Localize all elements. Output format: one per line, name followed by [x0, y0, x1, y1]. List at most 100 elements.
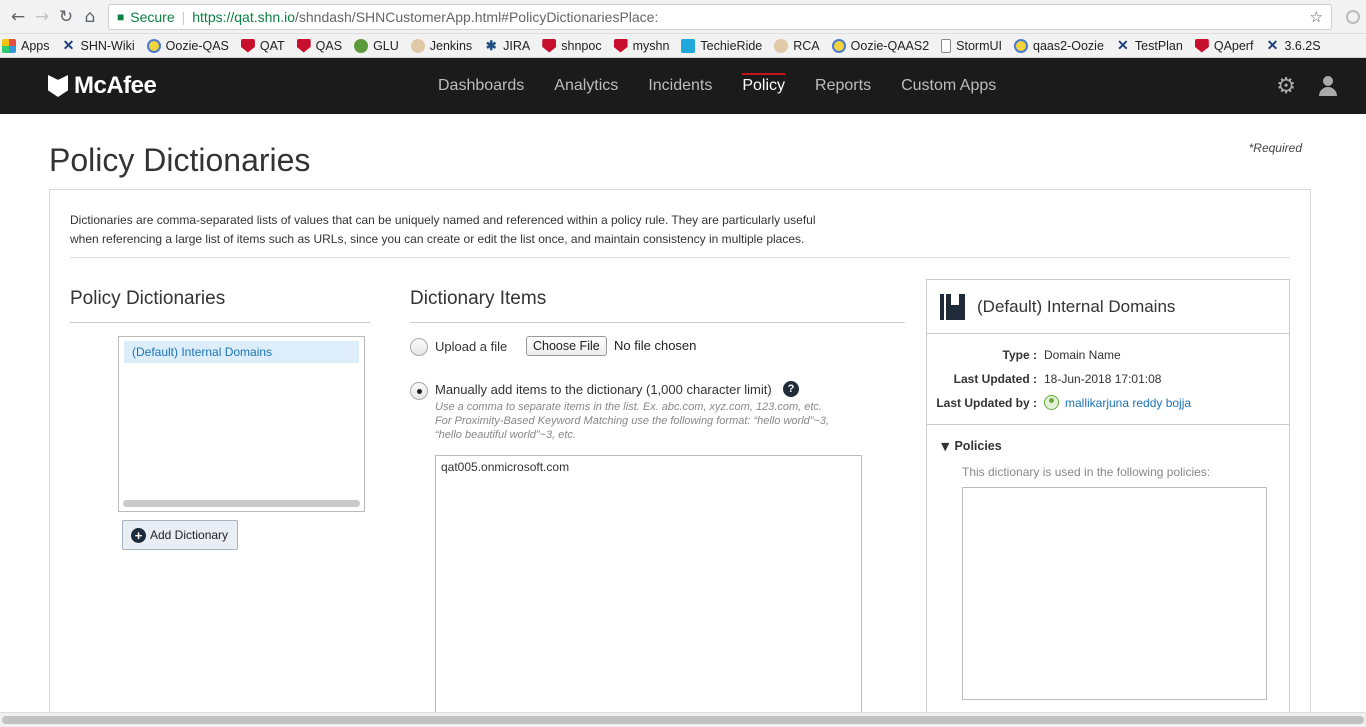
secure-label: Secure: [130, 8, 175, 25]
policies-toggle[interactable]: ▼ Policies: [941, 439, 1002, 453]
horizontal-scrollbar[interactable]: [0, 712, 1366, 727]
logo-text: McAfee: [74, 72, 157, 99]
add-dictionary-button[interactable]: + Add Dictionary: [122, 520, 238, 550]
bookmark-qas[interactable]: QAS: [296, 38, 343, 53]
bookmark-shn-wiki[interactable]: ✕ SHN-Wiki: [62, 37, 135, 53]
required-note: *Required: [1248, 141, 1302, 155]
manual-radio[interactable]: [410, 382, 428, 400]
bookmark-label: QAS: [315, 38, 343, 53]
extension-icon[interactable]: [1346, 9, 1360, 24]
dictionaries-heading: Policy Dictionaries: [70, 288, 226, 309]
nav-analytics[interactable]: Analytics: [539, 58, 633, 114]
bookmark-apps[interactable]: Apps: [2, 38, 50, 53]
gear-icon[interactable]: ⚙: [1276, 74, 1296, 99]
updated-by-label: Last Updated by :: [936, 396, 1037, 410]
bookmark-qaas2-oozie[interactable]: qaas2-Oozie: [1014, 38, 1104, 53]
nav-policy[interactable]: Policy: [727, 58, 800, 114]
bookmark-glu[interactable]: GLU: [354, 38, 399, 53]
bookmark-myshn[interactable]: myshn: [613, 38, 670, 53]
help-icon[interactable]: ?: [783, 381, 799, 397]
forward-icon[interactable]: →: [30, 5, 54, 29]
oozie-icon: [831, 38, 846, 53]
dictionary-items-heading: Dictionary Items: [410, 288, 547, 309]
items-hint: Use a comma to separate items in the lis…: [435, 400, 895, 442]
bookmark-label: Jenkins: [429, 38, 473, 53]
bookmark-qaperf[interactable]: QAperf: [1194, 38, 1254, 53]
last-updated-label: Last Updated :: [953, 372, 1037, 386]
x-icon: ✕: [1117, 37, 1129, 53]
glu-icon: [354, 38, 369, 53]
hint-line: “hello beautiful world”~3, etc.: [435, 429, 576, 441]
list-item[interactable]: (Default) Internal Domains: [124, 341, 359, 363]
scrollbar-thumb[interactable]: [2, 716, 1364, 724]
detail-header: (Default) Internal Domains: [927, 280, 1289, 334]
bookmark-rca[interactable]: RCA: [774, 38, 820, 53]
techieride-icon: [681, 38, 696, 53]
bookmark-star-icon[interactable]: ☆: [1310, 8, 1323, 26]
bookmark-label: 3.6.2S: [1284, 38, 1321, 53]
bookmark-oozie-qas[interactable]: Oozie-QAS: [146, 38, 229, 53]
bookmark-label: qaas2-Oozie: [1033, 38, 1104, 53]
bookmark-label: StormUI: [956, 38, 1003, 53]
mcafee-logo[interactable]: McAfee: [48, 72, 157, 100]
jenkins-icon: [410, 38, 425, 53]
bookmarks-bar: Apps ✕ SHN-Wiki Oozie-QAS QAT QAS GLU Jen…: [0, 34, 1366, 58]
app-header: McAfee Dashboards Analytics Incidents Po…: [0, 58, 1366, 114]
avatar: [1044, 395, 1059, 410]
nav-reports[interactable]: Reports: [800, 58, 886, 114]
divider: [70, 257, 1290, 258]
file-status: No file chosen: [614, 338, 697, 353]
dictionary-items-textarea[interactable]: qat005.onmicrosoft.com: [435, 455, 862, 727]
dictionaries-card: Dictionaries are comma-separated lists o…: [49, 189, 1311, 727]
nav-custom-apps[interactable]: Custom Apps: [886, 58, 1011, 114]
caret-down-icon: ▼: [941, 439, 950, 453]
dictionary-detail-card: (Default) Internal Domains Type : Domain…: [926, 279, 1290, 727]
type-value: Domain Name: [1044, 348, 1121, 362]
scrollbar[interactable]: [123, 500, 360, 507]
mcafee-logo-icon: [48, 75, 68, 97]
home-icon[interactable]: ⌂: [78, 5, 102, 29]
bookmark-label: shnpoc: [561, 38, 602, 53]
browser-toolbar: ← → ↻ ⌂ ■ Secure | https://qat.shn.io /s…: [0, 0, 1366, 34]
url-path: /shndash/SHNCustomerApp.html#PolicyDicti…: [294, 8, 659, 25]
hint-line: Use a comma to separate items in the lis…: [435, 401, 822, 413]
bookmark-label: Apps: [21, 38, 50, 53]
mcafee-shield-icon: [613, 38, 628, 53]
bookmark-jenkins[interactable]: Jenkins: [410, 38, 473, 53]
dictionary-list[interactable]: (Default) Internal Domains: [118, 336, 365, 512]
bookmark-qat[interactable]: QAT: [240, 38, 285, 53]
bookmark-testplan[interactable]: ✕ TestPlan: [1116, 37, 1183, 53]
nav-dashboards[interactable]: Dashboards: [423, 58, 539, 114]
bookmark-stormui[interactable]: StormUI: [941, 38, 1003, 53]
oozie-icon: [1014, 38, 1029, 53]
choose-file-button[interactable]: Choose File: [526, 336, 607, 356]
x-icon: ✕: [1266, 37, 1279, 53]
bookmark-label: SHN-Wiki: [80, 38, 135, 53]
header-icons: ⚙: [1276, 58, 1338, 114]
jira-icon: ✱: [485, 37, 497, 53]
mcafee-shield-icon: [240, 38, 255, 53]
mcafee-shield-icon: [542, 38, 557, 53]
manual-label: Manually add items to the dictionary (1,…: [435, 382, 772, 397]
bookmark-label: QAperf: [1213, 38, 1254, 53]
address-bar[interactable]: ■ Secure | https://qat.shn.io /shndash/S…: [108, 3, 1332, 30]
bookmark-label: myshn: [632, 38, 670, 53]
bookmark-techieride[interactable]: TechieRide: [681, 38, 763, 53]
bookmark-jira[interactable]: ✱ JIRA: [484, 37, 531, 53]
reload-icon[interactable]: ↻: [54, 5, 78, 29]
upload-radio[interactable]: [410, 338, 428, 356]
back-icon[interactable]: ←: [6, 5, 30, 29]
mcafee-shield-icon: [296, 38, 311, 53]
page-title: Policy Dictionaries: [49, 142, 311, 178]
nav-incidents[interactable]: Incidents: [633, 58, 727, 114]
bookmark-label: TechieRide: [700, 38, 763, 53]
updated-by-link[interactable]: mallikarjuna reddy bojja: [1044, 395, 1191, 410]
bookmark-3-6-2s[interactable]: ✕ 3.6.2S: [1265, 37, 1321, 53]
user-icon[interactable]: [1318, 76, 1338, 96]
bookmark-shnpoc[interactable]: shnpoc: [542, 38, 602, 53]
bookmark-label: GLU: [373, 38, 399, 53]
upload-label: Upload a file: [435, 339, 508, 354]
bookmark-oozie-qaas2[interactable]: Oozie-QAAS2: [831, 38, 929, 53]
type-label: Type :: [1002, 348, 1037, 362]
divider: [410, 322, 905, 323]
